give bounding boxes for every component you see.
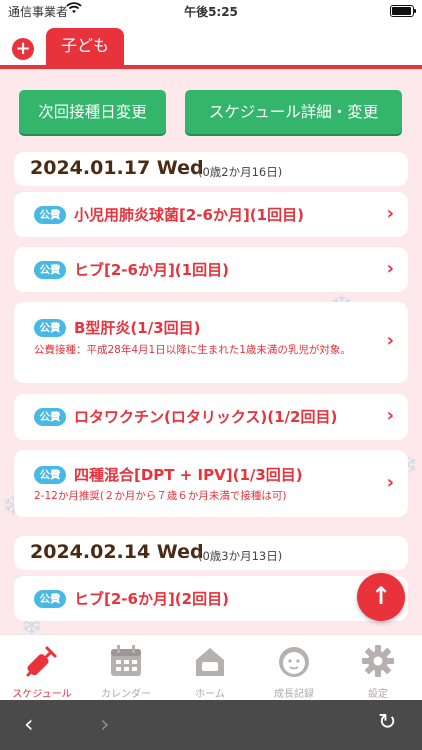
battery-icon bbox=[390, 5, 416, 17]
nav-label: 成長記録 bbox=[274, 689, 314, 700]
public-funded-badge: 公費 bbox=[34, 408, 66, 426]
bottom-navigation: スケジュール カレンダー ホーム 成長記録 設定 bbox=[0, 634, 422, 700]
add-child-button[interactable]: + bbox=[12, 38, 34, 60]
browser-toolbar: ‹ › ↻ bbox=[0, 700, 422, 750]
vaccine-title: ヒブ[2-6か月](2回目) bbox=[74, 590, 229, 608]
schedule-date: 2024.02.14 Wed bbox=[30, 541, 204, 563]
nav-label: カレンダー bbox=[101, 689, 151, 700]
chevron-left-icon[interactable]: ‹ bbox=[24, 710, 34, 738]
gear-icon bbox=[360, 643, 396, 679]
date-header: 2024.02.14 Wed (0歳3か月13日) bbox=[14, 536, 408, 570]
vaccine-title: ヒブ[2-6か月](1回目) bbox=[74, 261, 229, 279]
chevron-right-icon: › bbox=[386, 203, 394, 224]
vaccine-item[interactable]: 公費 ヒブ[2-6か月](2回目) bbox=[14, 576, 408, 621]
chevron-right-icon: › bbox=[386, 405, 394, 426]
nav-label: スケジュール bbox=[12, 689, 72, 700]
change-next-date-button[interactable]: 次回接種日変更 bbox=[19, 90, 166, 134]
reload-icon[interactable]: ↻ bbox=[378, 710, 396, 735]
arrow-up-icon: ↑ bbox=[370, 582, 392, 610]
vaccine-title: B型肝炎(1/3回目) bbox=[74, 319, 201, 337]
scroll-to-top-button[interactable]: ↑ bbox=[357, 573, 405, 621]
chevron-right-icon[interactable]: › bbox=[100, 710, 110, 738]
syringe-icon bbox=[24, 643, 60, 679]
baby-face-icon bbox=[276, 643, 312, 679]
vaccine-title: 小児用肺炎球菌[2-6か月](1回目) bbox=[74, 206, 304, 224]
child-age: (0歳3か月13日) bbox=[198, 549, 283, 563]
vaccine-note: 公費接種：平成28年4月1日以降に生まれた1歳未満の乳児が対象。 bbox=[34, 344, 351, 356]
vaccine-note: 2-12か月推奨(２か月から７歳６か月未満で接種は可) bbox=[34, 490, 287, 502]
date-header: 2024.01.17 Wed (0歳2か月16日) bbox=[14, 152, 408, 186]
vaccine-item[interactable]: 公費 四種混合[DPT + IPV](1/3回目) 2-12か月推奨(２か月から… bbox=[14, 450, 408, 517]
nav-label: 設定 bbox=[368, 689, 388, 700]
public-funded-badge: 公費 bbox=[34, 206, 66, 224]
nav-item-schedule[interactable]: スケジュール bbox=[0, 635, 84, 701]
status-bar: 通信事業者 午後5:25 bbox=[0, 0, 422, 22]
schedule-date: 2024.01.17 Wed bbox=[30, 157, 204, 179]
public-funded-badge: 公費 bbox=[34, 466, 66, 484]
action-buttons: 次回接種日変更 スケジュール詳細・変更 bbox=[18, 90, 404, 134]
child-tab-bar: + 子ども bbox=[0, 22, 422, 69]
chevron-right-icon: › bbox=[386, 330, 394, 351]
vaccine-item[interactable]: 公費 ヒブ[2-6か月](1回目) › bbox=[14, 247, 408, 292]
chevron-right-icon: › bbox=[386, 258, 394, 279]
nav-item-growth[interactable]: 成長記録 bbox=[252, 635, 336, 701]
plus-circle-icon: + bbox=[15, 38, 31, 59]
nav-item-home[interactable]: ホーム bbox=[168, 635, 252, 701]
schedule-list[interactable]: ❄ ❄ ❄ ❄ ❄ 次回接種日変更 スケジュール詳細・変更 2024.01.17… bbox=[0, 69, 422, 634]
calendar-icon bbox=[108, 643, 144, 679]
schedule-detail-button[interactable]: スケジュール詳細・変更 bbox=[185, 90, 402, 134]
chevron-right-icon: › bbox=[386, 472, 394, 493]
nav-item-calendar[interactable]: カレンダー bbox=[84, 635, 168, 701]
public-funded-badge: 公費 bbox=[34, 261, 66, 279]
nav-label: ホーム bbox=[195, 689, 225, 700]
vaccine-item[interactable]: 公費 B型肝炎(1/3回目) 公費接種：平成28年4月1日以降に生まれた1歳未満… bbox=[14, 302, 408, 383]
vaccine-title: ロタワクチン(ロタリックス)(1/2回目) bbox=[74, 408, 338, 426]
nav-item-settings[interactable]: 設定 bbox=[336, 635, 420, 701]
public-funded-badge: 公費 bbox=[34, 319, 66, 337]
home-icon bbox=[192, 643, 228, 679]
clock-time: 午後5:25 bbox=[184, 5, 238, 19]
public-funded-badge: 公費 bbox=[34, 590, 66, 608]
tab-child[interactable]: 子ども bbox=[46, 28, 124, 68]
vaccine-item[interactable]: 公費 小児用肺炎球菌[2-6か月](1回目) › bbox=[14, 192, 408, 237]
child-age: (0歳2か月16日) bbox=[198, 165, 283, 179]
vaccine-item[interactable]: 公費 ロタワクチン(ロタリックス)(1/2回目) › bbox=[14, 394, 408, 440]
vaccine-title: 四種混合[DPT + IPV](1/3回目) bbox=[74, 466, 303, 484]
